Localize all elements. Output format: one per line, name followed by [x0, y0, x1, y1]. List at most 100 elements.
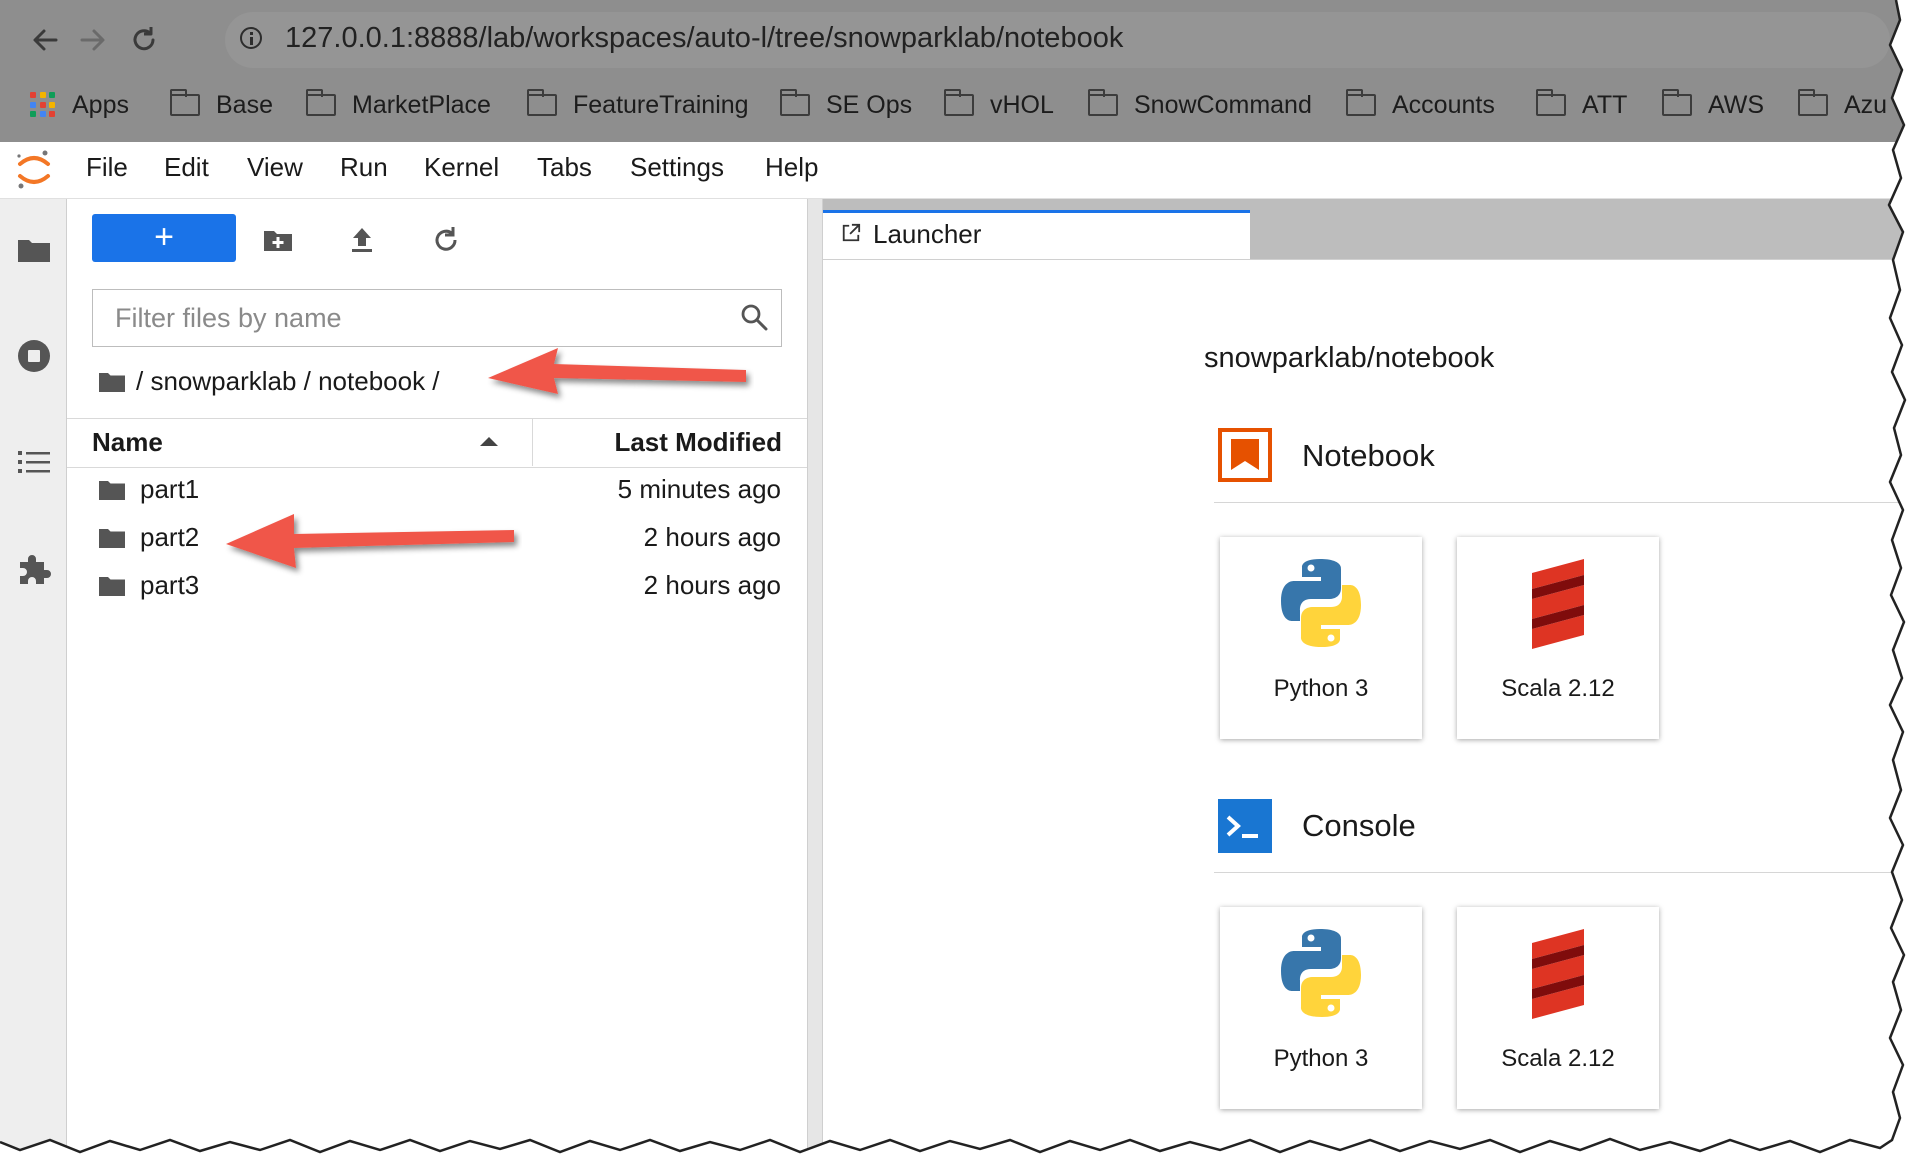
filter-files-input[interactable]: [113, 290, 717, 347]
kernel-label: Scala 2.12: [1501, 675, 1615, 702]
annotation-arrow-part2: [226, 514, 514, 568]
jupyter-logo-icon: [17, 150, 50, 189]
menu-tabs[interactable]: Tabs: [537, 152, 592, 183]
panel-splitter[interactable]: [807, 199, 823, 1162]
search-icon: [741, 304, 768, 331]
tab-label: Launcher: [873, 219, 982, 249]
menu-settings[interactable]: Settings: [630, 152, 724, 183]
launcher-cwd: snowparklab/notebook: [1204, 342, 1495, 374]
scala-logo-icon: [1532, 929, 1584, 1019]
column-divider[interactable]: [532, 419, 533, 466]
bookmark-marketplace[interactable]: MarketPlace: [306, 88, 491, 122]
notebook-bookmark-icon: [1218, 428, 1272, 482]
folder-icon: [1346, 89, 1376, 116]
kernel-label: Python 3: [1273, 675, 1369, 702]
menu-kernel[interactable]: Kernel: [424, 152, 499, 183]
bookmark-label: MarketPlace: [352, 90, 491, 119]
bookmark-label: Apps: [72, 90, 129, 119]
bookmark-featuretraining[interactable]: FeatureTraining: [527, 88, 749, 122]
breadcrumb: / snowparklab / notebook /: [98, 366, 440, 397]
menu-edit[interactable]: Edit: [164, 152, 209, 183]
sort-ascending-icon: [480, 437, 498, 446]
launcher-card-console-scala[interactable]: Scala 2.12: [1457, 907, 1659, 1109]
screenshot-frame: 127.0.0.1:8888/lab/workspaces/auto-l/tre…: [0, 0, 1910, 1162]
running-stop-icon[interactable]: [16, 338, 52, 374]
file-modified: 2 hours ago: [643, 522, 781, 552]
refresh-icon[interactable]: [430, 224, 462, 256]
file-modified: 2 hours ago: [643, 570, 781, 600]
file-name: part3: [140, 570, 200, 600]
folder-icon: [99, 529, 125, 548]
launcher-card-notebook-python3[interactable]: Python 3: [1220, 537, 1422, 739]
back-arrow-icon[interactable]: [26, 20, 66, 60]
kernel-label: Scala 2.12: [1501, 1045, 1615, 1072]
filter-box: [92, 289, 782, 347]
bookmark-label: AWS: [1708, 90, 1765, 119]
menu-file[interactable]: File: [86, 152, 128, 183]
bookmark-label: vHOL: [990, 90, 1054, 119]
folder-icon: [1536, 89, 1566, 116]
column-header-last-modified[interactable]: Last Modified: [614, 427, 782, 458]
launcher-card-console-python3[interactable]: Python 3: [1220, 907, 1422, 1109]
folder-icon[interactable]: [16, 232, 52, 268]
bookmark-label: SE Ops: [826, 90, 913, 119]
folder-icon: [99, 577, 125, 596]
info-icon[interactable]: [240, 27, 262, 49]
toc-list-icon[interactable]: [16, 444, 52, 480]
folder-icon: [1662, 89, 1692, 116]
bookmark-azu[interactable]: Azu: [1798, 88, 1887, 122]
breadcrumb-path[interactable]: / snowparklab / notebook /: [136, 366, 440, 397]
bookmark-label: Accounts: [1392, 90, 1495, 119]
new-launcher-button[interactable]: +: [92, 214, 236, 262]
new-folder-icon[interactable]: [262, 224, 294, 256]
folder-icon: [780, 89, 810, 116]
bookmark-apps[interactable]: Apps: [30, 88, 129, 122]
bookmark-vhol[interactable]: vHOL: [944, 88, 1054, 122]
bookmark-att[interactable]: ATT: [1536, 88, 1627, 122]
menu-view[interactable]: View: [247, 152, 303, 183]
bookmark-label: Azu: [1844, 90, 1888, 119]
apps-grid-icon: [30, 92, 56, 118]
launcher-external-icon: [842, 223, 861, 242]
tab-launcher[interactable]: Launcher: [823, 210, 1250, 260]
bookmark-accounts[interactable]: Accounts: [1346, 88, 1495, 122]
file-name: part1: [140, 474, 200, 504]
bookmark-snowcommand[interactable]: SnowCommand: [1088, 88, 1312, 122]
upload-icon[interactable]: [346, 224, 378, 256]
folder-icon: [306, 89, 336, 116]
url-text[interactable]: 127.0.0.1:8888/lab/workspaces/auto-l/tre…: [285, 22, 1123, 55]
annotation-arrow-breadcrumb: [488, 348, 746, 394]
reload-icon[interactable]: [124, 20, 164, 60]
folder-icon: [1088, 89, 1118, 116]
home-folder-icon[interactable]: [98, 370, 126, 394]
folder-icon: [170, 89, 200, 116]
bookmark-label: SnowCommand: [1134, 90, 1312, 119]
launcher-card-notebook-scala[interactable]: Scala 2.12: [1457, 537, 1659, 739]
file-modified: 5 minutes ago: [617, 474, 781, 504]
bookmark-label: Base: [216, 90, 273, 119]
bookmarks-bar: Apps Base MarketPlace FeatureTraining SE…: [0, 82, 1910, 126]
menu-help[interactable]: Help: [765, 152, 818, 183]
column-header-name[interactable]: Name: [92, 427, 163, 458]
scala-logo-icon: [1532, 559, 1584, 649]
folder-icon: [944, 89, 974, 116]
bookmark-label: ATT: [1582, 90, 1628, 119]
kernel-label: Python 3: [1273, 1045, 1369, 1072]
menu-run[interactable]: Run: [340, 152, 388, 183]
bookmark-se-ops[interactable]: SE Ops: [780, 88, 912, 122]
python-logo-icon: [1281, 559, 1361, 647]
section-title-console: Console: [1302, 808, 1416, 843]
bookmark-aws[interactable]: AWS: [1662, 88, 1764, 122]
file-name: part2: [140, 522, 200, 552]
section-divider: [1214, 872, 1910, 873]
folder-icon: [99, 481, 125, 500]
folder-icon: [527, 89, 557, 116]
folder-icon: [1798, 89, 1828, 116]
browser-chrome: 127.0.0.1:8888/lab/workspaces/auto-l/tre…: [0, 0, 1910, 142]
bookmark-label: FeatureTraining: [573, 90, 749, 119]
extensions-puzzle-icon[interactable]: [16, 550, 52, 586]
section-divider: [1214, 502, 1910, 503]
forward-arrow-icon[interactable]: [72, 20, 112, 60]
python-logo-icon: [1281, 929, 1361, 1017]
bookmark-base[interactable]: Base: [170, 88, 273, 122]
